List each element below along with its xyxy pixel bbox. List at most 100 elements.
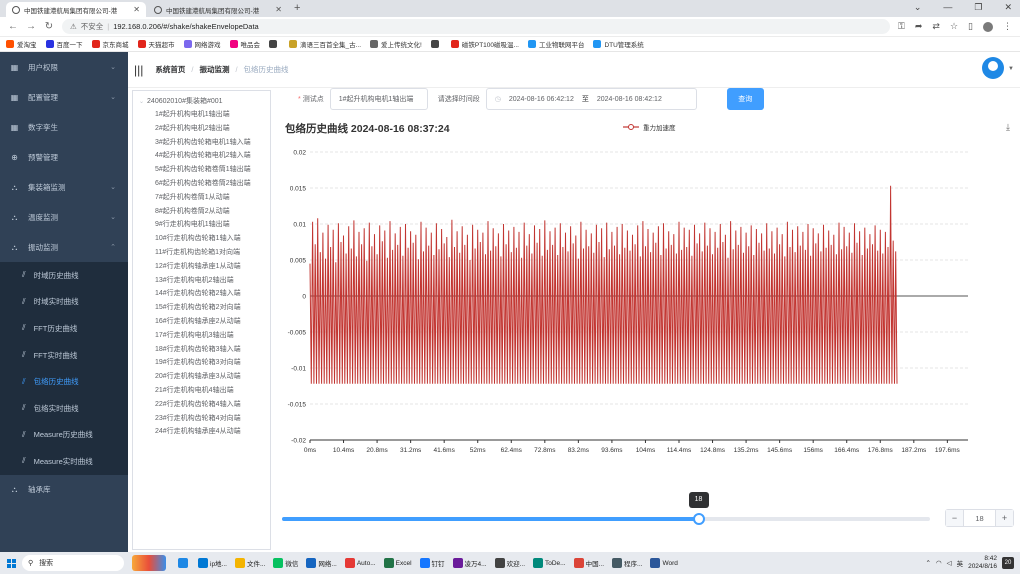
taskbar-app[interactable]: 凌万4...	[449, 553, 491, 573]
tab-search-icon[interactable]: ⌄	[914, 2, 922, 13]
tree-node[interactable]: 2#起升机构电机2轴出端	[133, 122, 270, 136]
breadcrumb-home[interactable]: 系统首页	[155, 64, 185, 75]
start-time[interactable]: 2024-08-16 06:42:12	[509, 96, 574, 103]
sidebar-subitem[interactable]: ⫽ 时域实时曲线	[0, 289, 128, 316]
tree-node[interactable]: 16#行走机构轴承座2从动端	[133, 315, 270, 329]
slider-handle[interactable]	[692, 513, 705, 525]
bookmark-item[interactable]: 京东商城	[91, 39, 129, 49]
sidebar-subitem[interactable]: ⫽ FFT历史曲线	[0, 315, 128, 342]
sidebar-item[interactable]: ▦ 用户权限 ⌄	[0, 52, 128, 82]
taskbar-app[interactable]: 程序...	[608, 553, 646, 573]
point-select[interactable]: 1#起升机构电机1轴出端	[329, 88, 428, 110]
avatar-caret-icon[interactable]: ▼	[1008, 66, 1014, 72]
menu-dots-icon[interactable]: ⋮	[1003, 21, 1012, 32]
tree-node[interactable]: 21#行走机构电机4轴出端	[133, 384, 270, 398]
sidebar-item[interactable]: ▦ 配置管理 ⌄	[0, 82, 128, 112]
tree-node[interactable]: 4#起升机构齿轮箱电机2轴入端	[133, 149, 270, 163]
taskbar-app[interactable]: 中国...	[570, 553, 608, 573]
volume-icon[interactable]: ◁	[947, 559, 952, 567]
taskbar-app[interactable]: 文件...	[231, 553, 269, 573]
download-icon[interactable]: ⤓	[1006, 122, 1010, 133]
sidebar-subitem[interactable]: ⫽ 时域历史曲线	[0, 262, 128, 289]
tree-node[interactable]: 8#起升机构卷筒2从动端	[133, 205, 270, 219]
decrement-button[interactable]: −	[946, 510, 963, 526]
sidebar-subitem[interactable]: ⫽ 包络历史曲线	[0, 368, 128, 395]
bookmark-item[interactable]: 爱淘宝	[6, 39, 37, 49]
tree-node[interactable]: 1#起升机构电机1轴出端	[133, 108, 270, 122]
taskbar-search[interactable]: ⚲ 搜索	[22, 555, 124, 571]
date-range-picker[interactable]: ◷ 2024-08-16 06:42:12 至 2024-08-16 08:42…	[485, 88, 697, 110]
sidebar-subitem[interactable]: ⫽ Measure实时曲线	[0, 448, 128, 475]
stepper-value[interactable]: 18	[963, 510, 996, 526]
browser-tab-active[interactable]: 中国铁建港航局集团有限公司-港 ✕	[6, 2, 146, 17]
tree-node[interactable]: 6#起升机构齿轮箱卷筒2轴出端	[133, 177, 270, 191]
taskbar-app[interactable]: 钉钉	[416, 553, 449, 573]
tree-node[interactable]: 18#行走机构齿轮箱3轴入端	[133, 343, 270, 357]
chart-legend[interactable]: 重力加速度	[623, 122, 676, 132]
tree-node[interactable]: 3#起升机构齿轮箱电机1轴入端	[133, 136, 270, 150]
taskbar-app[interactable]: Word	[646, 553, 681, 573]
tree-node[interactable]: 19#行走机构齿轮箱3对向端	[133, 356, 270, 370]
wifi-icon[interactable]: ◠	[936, 559, 942, 567]
bookmark-item[interactable]: 唯品会	[229, 39, 260, 49]
tree-node[interactable]: 17#行走机构电机3轴出端	[133, 329, 270, 343]
back-icon[interactable]: ←	[8, 21, 18, 32]
breadcrumb-vibration[interactable]: 振动监测	[199, 64, 229, 75]
star-icon[interactable]: ☆	[950, 21, 958, 32]
url-input[interactable]: ⚠ 不安全 | 192.168.0.206/#/shake/shakeEnvel…	[62, 19, 891, 34]
tab-close-icon[interactable]: ✕	[133, 5, 140, 14]
taskbar-app[interactable]	[174, 553, 194, 573]
sidebar-item-bearing[interactable]: ⛬ 轴承库	[0, 475, 128, 505]
bookmark-item[interactable]: 天猫超市	[137, 39, 175, 49]
restore-icon[interactable]: ❐	[974, 2, 982, 13]
sidebar-item[interactable]: ⛬ 温度监测 ⌄	[0, 202, 128, 232]
bookmark-item[interactable]	[269, 40, 280, 48]
input-language[interactable]: 英	[957, 558, 964, 568]
sidebar-item[interactable]: ⊕ 预警管理	[0, 142, 128, 172]
sidebar-item[interactable]: ▦ 数字孪生	[0, 112, 128, 142]
tree-expand-icon[interactable]: ⌄	[139, 99, 144, 105]
sidebar-item[interactable]: ⛬ 集装箱监测 ⌄	[0, 172, 128, 202]
bookmark-item[interactable]: 滴语三百首全集_古...	[289, 39, 361, 49]
bookmark-item[interactable]	[430, 40, 442, 48]
tree-node[interactable]: 12#行走机构轴承座1从动端	[133, 260, 270, 274]
taskbar-app[interactable]: 欢迎...	[491, 553, 529, 573]
time-slider[interactable]: 18	[282, 492, 930, 525]
taskbar-app[interactable]: 网络...	[302, 553, 340, 573]
menu-toggle-icon[interactable]: |||	[134, 63, 143, 77]
tree-node[interactable]: 22#行走机构齿轮箱4轴入端	[133, 398, 270, 412]
taskbar-app[interactable]: Excel	[380, 553, 416, 573]
tree-node[interactable]: 23#行走机构齿轮箱4对向端	[133, 412, 270, 426]
translate-icon[interactable]: ⇄	[932, 21, 940, 32]
forward-icon[interactable]: →	[26, 21, 36, 32]
increment-button[interactable]: +	[996, 510, 1013, 526]
tree-node[interactable]: 20#行走机构轴承座3从动端	[133, 370, 270, 384]
sidebar-subitem[interactable]: ⫽ Measure历史曲线	[0, 422, 128, 449]
tree-node[interactable]: 5#起升机构齿轮箱卷筒1轴出端	[133, 163, 270, 177]
bookmark-item[interactable]: 网络游戏	[183, 39, 221, 49]
bookmark-item[interactable]: 工业物联网平台	[527, 39, 584, 49]
taskbar-app[interactable]: Auto...	[341, 553, 380, 573]
tree-node[interactable]: 14#行走机构齿轮箱2轴入端	[133, 287, 270, 301]
share-icon[interactable]: ➦	[915, 21, 923, 32]
sidebar-subitem[interactable]: ⫽ 包络实时曲线	[0, 395, 128, 422]
bookmark-item[interactable]: DTU管理系统	[593, 39, 644, 49]
tab-close-icon[interactable]: ✕	[275, 5, 282, 14]
new-tab-button[interactable]: +	[294, 2, 300, 17]
reload-icon[interactable]: ↻	[44, 21, 54, 32]
tree-node[interactable]: 10#行走机构齿轮箱1轴入端	[133, 232, 270, 246]
browser-tab[interactable]: 中国铁建港航局集团有限公司-港 ✕	[148, 2, 288, 17]
sidebar-icon[interactable]: ▯	[968, 21, 973, 32]
tree-node[interactable]: 24#行走机构轴承座4从动端	[133, 425, 270, 439]
query-button[interactable]: 查询	[726, 88, 764, 110]
end-time[interactable]: 2024-08-16 08:42:12	[597, 96, 662, 103]
bookmark-item[interactable]: 百度一下	[45, 39, 83, 49]
close-window-icon[interactable]: ✕	[1004, 2, 1012, 13]
profile-icon[interactable]	[983, 21, 993, 32]
taskbar-app[interactable]: ToDe...	[529, 553, 570, 573]
sidebar-item[interactable]: ⛬ 振动监测 ⌃	[0, 232, 128, 262]
taskbar-app[interactable]: ip地...	[194, 553, 231, 573]
taskbar-app[interactable]: 微信	[269, 553, 302, 573]
tree-node[interactable]: 13#行走机构电机2轴出端	[133, 274, 270, 288]
sidebar-subitem[interactable]: ⫽ FFT实时曲线	[0, 342, 128, 369]
